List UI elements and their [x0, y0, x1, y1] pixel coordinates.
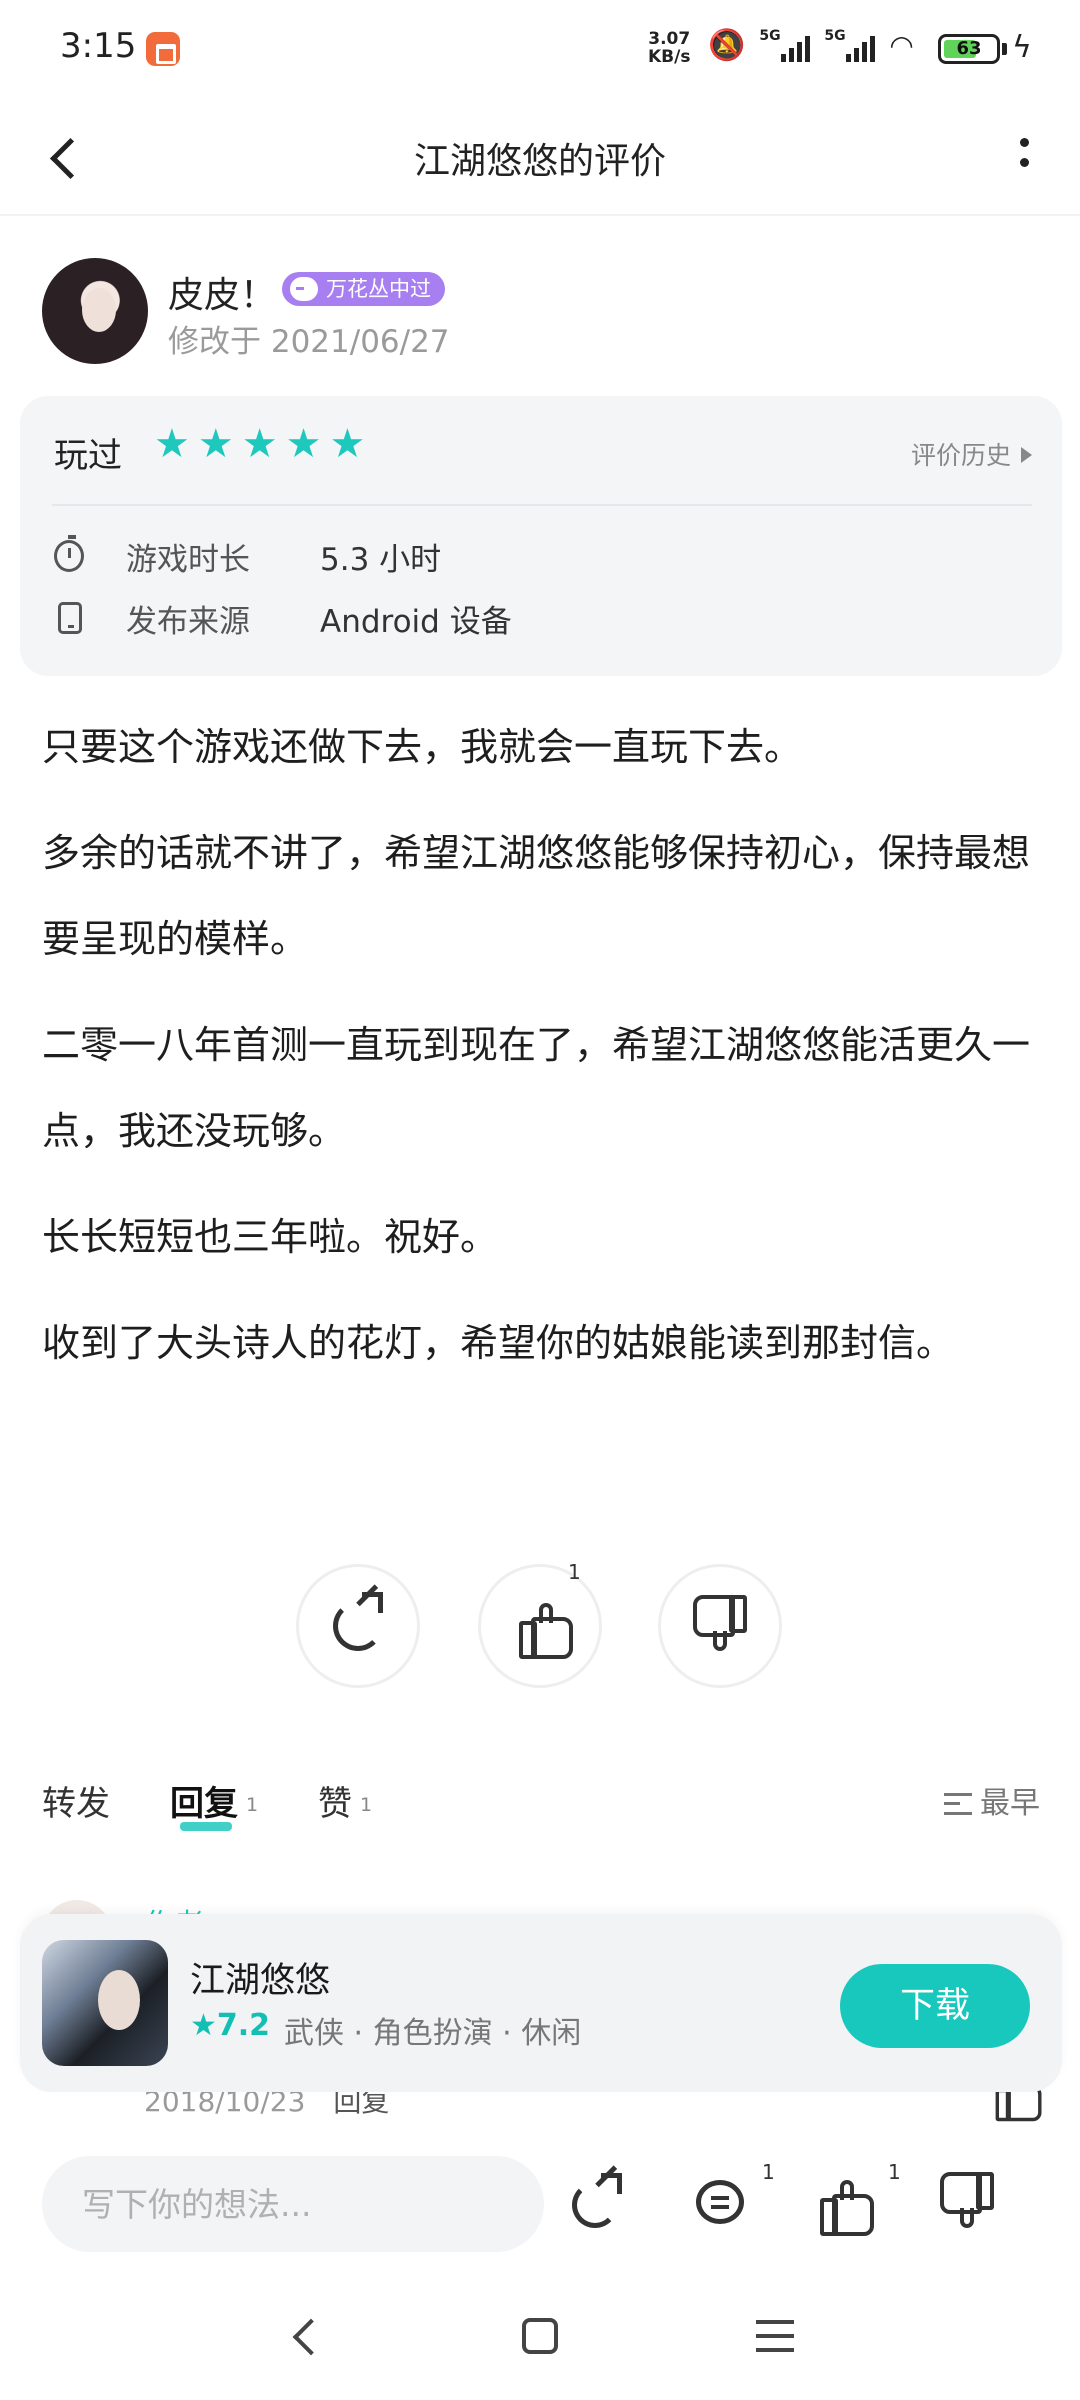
phone-icon: [58, 602, 82, 634]
tab-reply[interactable]: 回复 1: [170, 1776, 258, 1825]
review-paragraph: 收到了大头诗人的花灯，希望你的姑娘能读到那封信。: [42, 1321, 955, 1365]
system-navigation-bar: [0, 2276, 1080, 2400]
game-name: 江湖悠悠: [190, 1961, 331, 2001]
sort-icon: [944, 1793, 972, 1815]
rating-history-link[interactable]: 评价历史: [911, 436, 1032, 472]
source-label: 发布来源: [126, 604, 250, 640]
review-text: 只要这个游戏还做下去，我就会一直玩下去。 多余的话就不讲了，希望江湖悠悠能够保持…: [42, 704, 1042, 1406]
dislike-bottom-button[interactable]: [934, 2168, 1006, 2240]
thumbs-up-icon: [820, 2180, 874, 2236]
more-options-button[interactable]: [992, 126, 1056, 190]
status-bar: 3:15 3.07 KB/s 🔕 5G 5G ◠ 63 ϟ: [0, 0, 1080, 100]
review-paragraph: 长长短短也三年啦。祝好。: [42, 1215, 499, 1259]
comment-icon: [696, 2180, 744, 2224]
thumbs-up-icon: [519, 1603, 573, 1659]
battery-percent: 63: [956, 38, 982, 59]
network-type-2: 5G: [824, 27, 846, 44]
review-paragraph: 二零一八年首测一直玩到现在了，希望江湖悠悠能活更久一点，我还没玩够。: [42, 1023, 1031, 1153]
tab-like-label: 赞: [318, 1784, 352, 1824]
charging-icon: ϟ: [1012, 30, 1032, 65]
star-icon: ★: [285, 421, 322, 467]
rating-stars: ★ ★ ★ ★ ★: [154, 424, 365, 464]
system-home-button[interactable]: [522, 2318, 558, 2354]
system-back-button[interactable]: [286, 2316, 326, 2356]
interaction-tabs: 转发 回复 1 赞1 最早: [42, 1776, 1042, 1846]
system-recents-button[interactable]: [756, 2320, 794, 2352]
active-tab-indicator: [180, 1822, 232, 1831]
more-dot-icon: [1020, 138, 1029, 147]
top-app-bar: 江湖悠悠的评价: [0, 100, 1080, 216]
comment-count: 1: [762, 2160, 775, 2184]
share-bottom-button[interactable]: [560, 2168, 632, 2240]
status-time: 3:15: [60, 26, 137, 66]
star-icon: ★: [241, 421, 278, 467]
author-name[interactable]: 皮皮！: [168, 266, 276, 318]
played-label: 玩过: [54, 436, 122, 476]
bottom-action-bar: 1 1: [0, 2126, 1080, 2276]
wifi-icon: ◠: [889, 29, 914, 62]
triangle-right-icon: [1021, 447, 1032, 463]
more-dot-icon: [1020, 158, 1029, 167]
author-badge-label: 万花丛中过: [326, 277, 431, 301]
status-icons: 🔕 5G 5G ◠: [708, 27, 914, 64]
tab-like[interactable]: 赞1: [318, 1776, 372, 1825]
game-tags: 武侠 · 角色扮演 · 休闲: [284, 2016, 582, 2051]
sort-label: 最早: [980, 1786, 1040, 1821]
rating-info-card: 玩过 ★ ★ ★ ★ ★ 评价历史 游戏时长 5.3 小时 发布来源 Android 设…: [20, 396, 1062, 676]
like-count: 1: [568, 1560, 581, 1584]
network-speed: 3.07 KB/s: [648, 30, 690, 66]
review-paragraph: 只要这个游戏还做下去，我就会一直玩下去。: [42, 725, 803, 769]
sort-button[interactable]: 最早: [944, 1778, 1040, 1822]
comment-button[interactable]: [684, 2168, 756, 2240]
tab-reply-label: 回复: [170, 1784, 238, 1824]
tab-reply-count: 1: [246, 1794, 259, 1816]
tab-like-count: 1: [360, 1794, 373, 1816]
gamepad-icon: [290, 277, 318, 301]
share-icon: [333, 1592, 383, 1651]
modified-date: 修改于 2021/06/27: [168, 324, 450, 360]
dislike-button[interactable]: [658, 1564, 782, 1688]
thumbs-down-icon: [699, 1603, 747, 1651]
share-button[interactable]: [296, 1564, 420, 1688]
game-rating: ★7.2: [190, 2008, 271, 2043]
star-icon: ★: [329, 421, 366, 467]
playtime-label: 游戏时长: [126, 542, 250, 578]
battery-icon: 63: [938, 34, 1000, 64]
author-avatar[interactable]: [42, 258, 148, 364]
network-type-1: 5G: [759, 27, 781, 44]
tab-repost-label: 转发: [42, 1784, 110, 1824]
like-bottom-button[interactable]: [808, 2168, 880, 2240]
download-button[interactable]: 下载: [840, 1964, 1030, 2048]
comment-input[interactable]: [42, 2156, 544, 2252]
star-icon: ★: [154, 421, 190, 467]
playtime-value: 5.3 小时: [320, 542, 442, 578]
game-icon: [42, 1940, 168, 2066]
card-divider: [52, 504, 1032, 506]
page-title: 江湖悠悠的评价: [413, 141, 666, 182]
rating-history-label: 评价历史: [910, 441, 1011, 470]
battery-cap: [1002, 43, 1007, 55]
like-button[interactable]: [478, 1564, 602, 1688]
share-icon: [572, 2173, 622, 2228]
stopwatch-icon: [54, 535, 84, 572]
review-paragraph: 多余的话就不讲了，希望江湖悠悠能够保持初心，保持最想要呈现的模样。: [42, 831, 1031, 961]
tab-repost[interactable]: 转发: [42, 1776, 110, 1825]
source-value: Android 设备: [320, 604, 512, 640]
star-icon: ★: [197, 421, 234, 467]
thumbs-down-icon: [946, 2180, 994, 2228]
signal-icon-2: 5G: [824, 27, 876, 62]
network-speed-unit: KB/s: [648, 47, 691, 67]
like-bottom-count: 1: [888, 2160, 901, 2184]
signal-icon-1: 5G: [759, 27, 811, 62]
mute-icon: 🔕: [708, 28, 746, 63]
network-speed-value: 3.07: [648, 29, 691, 49]
game-card[interactable]: 江湖悠悠 ★7.2 武侠 · 角色扮演 · 休闲 下载: [20, 1914, 1062, 2092]
notification-app-icon: [146, 32, 180, 66]
author-badge[interactable]: 万花丛中过: [282, 272, 445, 306]
